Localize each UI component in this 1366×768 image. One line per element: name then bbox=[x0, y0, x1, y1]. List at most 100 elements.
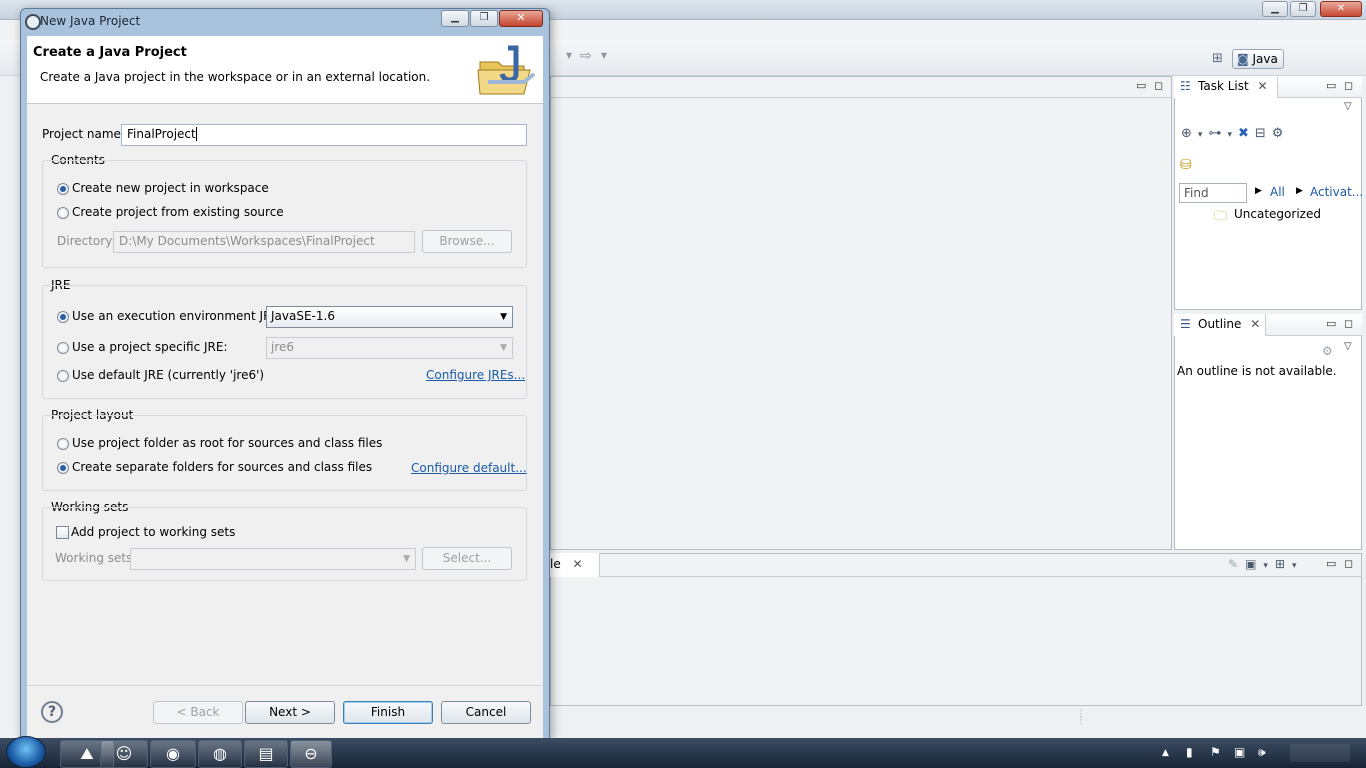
show-hidden-icons-icon[interactable]: ▲ bbox=[1162, 748, 1169, 758]
open-console-icon[interactable]: ⊞ bbox=[1275, 557, 1292, 571]
dialog-close-button[interactable]: ✕ bbox=[499, 10, 543, 27]
tab-outline[interactable]: ☰ Outline ✕ bbox=[1174, 314, 1266, 336]
display-icon[interactable]: ▣ bbox=[1245, 557, 1263, 571]
minimize-icon[interactable]: ▭ bbox=[1326, 79, 1336, 92]
open-perspective-icon[interactable]: ⊞ bbox=[1212, 51, 1223, 66]
dropdown-arrow-icon: ▼ bbox=[403, 554, 410, 564]
close-icon[interactable]: ✕ bbox=[573, 557, 583, 571]
maximize-icon[interactable]: ◻ bbox=[1344, 79, 1353, 92]
specific-jre-label[interactable]: Use a project specific JRE: bbox=[72, 340, 228, 354]
default-jre-label[interactable]: Use default JRE (currently 'jre6') bbox=[72, 368, 264, 382]
dropdown-icon[interactable]: ▾ bbox=[1292, 561, 1304, 571]
root-folder-label[interactable]: Use project folder as root for sources a… bbox=[72, 436, 382, 450]
close-icon[interactable]: ✕ bbox=[1258, 79, 1268, 93]
dialog-minimize-button[interactable]: ▁ bbox=[441, 10, 469, 27]
eclipse-close-button[interactable]: ✕ bbox=[1320, 1, 1362, 17]
action-center-flag-icon[interactable]: ⚑ bbox=[1210, 745, 1221, 759]
sync-icon[interactable]: ⚙ bbox=[1322, 344, 1333, 358]
specific-jre-radio[interactable] bbox=[57, 342, 69, 354]
java-perspective-button[interactable]: ◙ Java bbox=[1232, 49, 1284, 69]
eclipse-maximize-button[interactable]: ❐ bbox=[1290, 1, 1316, 17]
forward-arrow-icon[interactable]: ⇨ bbox=[580, 48, 592, 64]
dropdown-icon[interactable]: ▾ bbox=[1198, 130, 1209, 140]
close-icon[interactable]: ✕ bbox=[1250, 317, 1260, 331]
battery-icon[interactable]: ▮ bbox=[1186, 745, 1193, 759]
clock[interactable] bbox=[1290, 744, 1350, 762]
directory-input[interactable]: D:\My Documents\Workspaces\FinalProject bbox=[113, 231, 415, 253]
expand-arrow-icon[interactable]: ▶ bbox=[1296, 186, 1303, 196]
start-button[interactable] bbox=[6, 736, 46, 768]
volume-icon[interactable]: 🕪 bbox=[1258, 745, 1266, 760]
toolbar-dropdown-icon[interactable]: ▾ bbox=[601, 48, 607, 62]
dropdown-icon[interactable]: ▾ bbox=[1227, 130, 1238, 140]
separate-folders-radio[interactable] bbox=[57, 462, 69, 474]
bottom-toolbar: ✎▣▾⊞▾ bbox=[1228, 557, 1304, 571]
header-title: Create a Java Project bbox=[33, 45, 187, 60]
new-task-icon[interactable]: ⊕ bbox=[1181, 126, 1198, 141]
dialog-maximize-button[interactable]: ❐ bbox=[470, 10, 498, 27]
expand-arrow-icon[interactable]: ▶ bbox=[1255, 186, 1262, 196]
execution-env-radio[interactable] bbox=[57, 311, 69, 323]
taskbar-firefox-icon[interactable]: ◉ bbox=[150, 740, 196, 768]
maximize-icon[interactable]: ◻ bbox=[1344, 557, 1353, 570]
new-project-label[interactable]: Create new project in workspace bbox=[72, 181, 269, 195]
new-project-radio[interactable] bbox=[57, 183, 69, 195]
execution-env-label[interactable]: Use an execution environment JRE: bbox=[72, 309, 283, 323]
taskbar-explorer-icon[interactable]: ▤ bbox=[244, 740, 288, 768]
configure-jres-link[interactable]: Configure JREs... bbox=[426, 368, 525, 382]
default-jre-radio[interactable] bbox=[57, 370, 69, 382]
project-name-input[interactable]: FinalProject bbox=[121, 124, 527, 146]
taskbar-eclipse-icon[interactable]: ⊖ bbox=[290, 740, 332, 768]
root-folder-radio[interactable] bbox=[57, 438, 69, 450]
back-button[interactable]: < Back bbox=[153, 701, 243, 724]
select-working-sets-button[interactable]: Select... bbox=[422, 547, 512, 570]
help-icon[interactable]: ? bbox=[41, 701, 63, 723]
maximize-icon[interactable]: ◻ bbox=[1154, 79, 1163, 92]
sync-icon[interactable]: ⚙ bbox=[1272, 126, 1290, 141]
configure-default-link[interactable]: Configure default... bbox=[411, 461, 527, 475]
next-button[interactable]: Next > bbox=[245, 701, 335, 724]
cancel-button[interactable]: Cancel bbox=[441, 701, 531, 724]
browse-button[interactable]: Browse... bbox=[422, 230, 512, 253]
add-working-sets-checkbox[interactable] bbox=[56, 526, 69, 539]
separate-folders-label[interactable]: Create separate folders for sources and … bbox=[72, 460, 372, 474]
working-sets-label: Working sets: bbox=[55, 551, 137, 565]
taskbar-browser-icon[interactable]: ◍ bbox=[198, 740, 242, 768]
pin-icon[interactable]: ✎ bbox=[1228, 557, 1245, 571]
collapse-all-icon[interactable]: ⊟ bbox=[1255, 126, 1272, 141]
minimize-icon[interactable]: ▭ bbox=[1136, 79, 1146, 92]
outline-view bbox=[1174, 314, 1362, 550]
existing-source-label[interactable]: Create project from existing source bbox=[72, 205, 284, 219]
toolbar-dropdown-icon[interactable]: ▾ bbox=[566, 48, 572, 62]
tab-label: le bbox=[550, 557, 561, 571]
specific-jre-select[interactable]: jre6 ▼ bbox=[266, 337, 513, 359]
header-description: Create a Java project in the workspace o… bbox=[40, 70, 431, 84]
view-menu-icon[interactable]: ▽ bbox=[1344, 341, 1352, 352]
existing-source-radio[interactable] bbox=[57, 207, 69, 219]
taskbar-messenger-icon[interactable]: ☺ bbox=[100, 740, 148, 768]
filter-icon[interactable]: ✖ bbox=[1238, 126, 1255, 141]
working-sets-select[interactable]: ▼ bbox=[130, 548, 416, 570]
activate-link[interactable]: Activat... bbox=[1310, 185, 1363, 199]
maximize-icon[interactable]: ◻ bbox=[1344, 317, 1353, 330]
execution-env-select[interactable]: JavaSE-1.6 ▼ bbox=[266, 306, 513, 328]
add-working-sets-label[interactable]: Add project to working sets bbox=[71, 525, 235, 539]
eclipse-minimize-button[interactable]: ▁ bbox=[1262, 1, 1288, 17]
categorize-icon[interactable]: ⊶ bbox=[1208, 126, 1227, 141]
dropdown-icon[interactable]: ▾ bbox=[1263, 561, 1275, 571]
footer-divider bbox=[27, 685, 543, 686]
finish-button[interactable]: Finish bbox=[343, 701, 433, 724]
eclipse-statusbar bbox=[550, 706, 1366, 738]
repository-icon[interactable]: ⛁ bbox=[1180, 157, 1192, 173]
finish-label: Finish bbox=[370, 705, 406, 719]
tab-task-list[interactable]: ☷ Task List ✕ bbox=[1174, 76, 1278, 98]
view-menu-icon[interactable]: ▽ bbox=[1344, 101, 1352, 112]
task-list-icon: ☷ bbox=[1180, 79, 1191, 93]
tab-console[interactable]: le ✕ bbox=[550, 553, 600, 577]
uncategorized-category[interactable]: Uncategorized bbox=[1234, 207, 1321, 221]
task-find-input[interactable]: Find bbox=[1179, 183, 1247, 203]
all-filter-link[interactable]: All bbox=[1270, 185, 1285, 199]
minimize-icon[interactable]: ▭ bbox=[1326, 557, 1336, 570]
minimize-icon[interactable]: ▭ bbox=[1326, 317, 1336, 330]
network-icon[interactable]: ▣ bbox=[1234, 745, 1245, 759]
